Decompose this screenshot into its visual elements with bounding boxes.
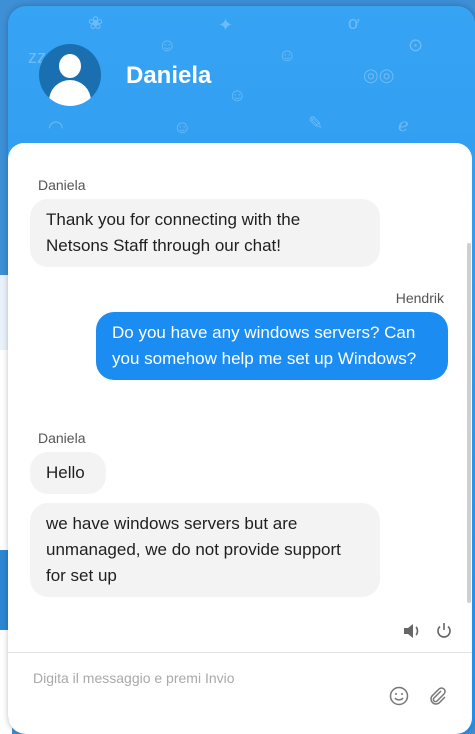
incoming-message: Hello [30,452,106,494]
agent-avatar [39,44,101,106]
doodle-icon: ❀ [88,13,104,33]
doodle-icon: ◎◎ [363,65,395,85]
doodle-icon: ✎ [308,113,324,133]
chat-widget: ❀ ☺ ✦ ☺ ơ ⊙ ◎◎ ☺ zz ☺ ✎ ℯ ◠ Daniela Dani… [8,6,475,734]
doodle-icon: ☺ [173,117,192,137]
incoming-message: Thank you for connecting with the Netson… [30,199,380,267]
speaker-icon[interactable] [402,621,424,646]
paperclip-icon[interactable] [426,685,448,712]
doodle-icon: ◠ [48,117,64,137]
composer-divider [8,652,472,653]
outgoing-message: Do you have any windows servers? Can you… [96,312,448,380]
message-input[interactable] [33,667,413,689]
doodle-icon: ☺ [228,85,247,105]
doodle-icon: ☺ [158,35,177,55]
scrollbar[interactable] [467,243,471,603]
doodle-icon: ✦ [218,15,234,35]
agent-name: Daniela [126,62,212,89]
chat-panel: Daniela Thank you for connecting with th… [8,143,472,734]
avatar-body [49,80,91,106]
doodle-icon: ☺ [278,45,297,65]
doodle-icon: ơ [348,13,360,33]
message-sender: Hendrik [395,290,444,306]
power-icon[interactable] [434,621,454,646]
chat-header: ❀ ☺ ✦ ☺ ơ ⊙ ◎◎ ☺ zz ☺ ✎ ℯ ◠ Daniela [8,6,475,156]
emoji-icon[interactable] [388,685,410,712]
message-sender: Daniela [38,430,86,446]
doodle-icon: ℯ [398,115,409,135]
incoming-message: we have windows servers but are unmanage… [30,503,380,597]
avatar-head [59,54,81,78]
message-sender: Daniela [38,177,86,193]
doodle-icon: ⊙ [408,35,424,55]
